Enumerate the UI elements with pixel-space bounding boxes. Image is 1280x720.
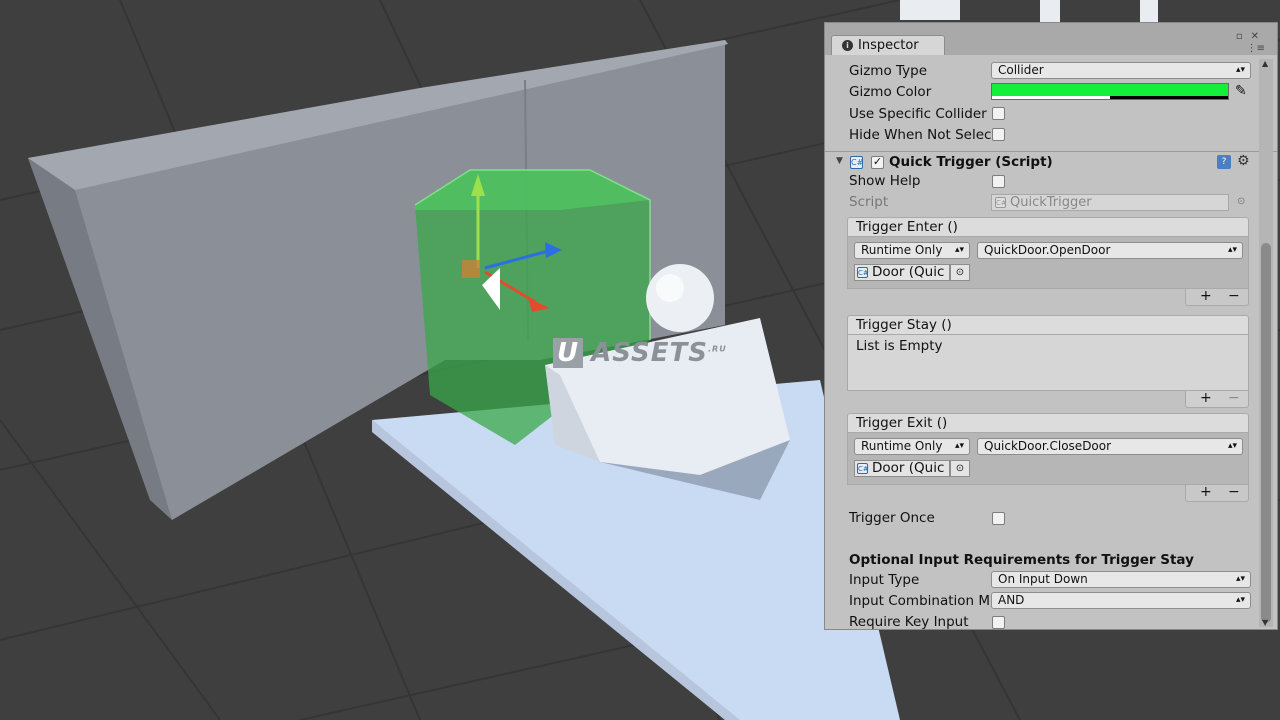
quick-trigger-component-header[interactable]: ▼ C# ✓ Quick Trigger (Script) ? ⚙ bbox=[825, 151, 1277, 174]
trigger-exit-method-value: QuickDoor.CloseDoor bbox=[984, 439, 1112, 453]
object-script-icon: C# bbox=[857, 463, 869, 474]
input-type-label: Input Type bbox=[849, 572, 920, 588]
trigger-enter-object-picker[interactable]: ⊙ bbox=[950, 264, 970, 281]
trigger-enter-method-dropdown[interactable]: QuickDoor.OpenDoor ▴▾ bbox=[977, 242, 1243, 259]
scrollbar-thumb[interactable] bbox=[1261, 243, 1271, 623]
dropdown-arrow-icon: ▴▾ bbox=[954, 245, 964, 255]
trigger-stay-event: Trigger Stay () List is Empty + − bbox=[847, 315, 1249, 409]
hide-when-not-selected-label: Hide When Not Selec bbox=[849, 127, 992, 143]
trigger-exit-method-dropdown[interactable]: QuickDoor.CloseDoor ▴▾ bbox=[977, 438, 1243, 455]
foldout-triangle-icon[interactable]: ▼ bbox=[836, 156, 843, 166]
watermark-text: ASSETS bbox=[591, 338, 708, 368]
trigger-exit-object-value: Door (Quic bbox=[872, 460, 945, 476]
component-enabled-checkbox[interactable]: ✓ bbox=[871, 156, 884, 169]
trigger-exit-object-field[interactable]: C# Door (Quic bbox=[854, 460, 950, 477]
require-key-input-checkbox[interactable] bbox=[992, 616, 1005, 629]
eyedropper-icon[interactable]: ✎ bbox=[1235, 83, 1251, 101]
help-book-icon[interactable]: ? bbox=[1217, 155, 1231, 169]
gizmo-color-label: Gizmo Color bbox=[849, 84, 932, 100]
object-picker-icon: ⊙ bbox=[1237, 196, 1246, 207]
script-field-value: QuickTrigger bbox=[1010, 195, 1092, 210]
trigger-stay-body: List is Empty bbox=[847, 335, 1249, 391]
trigger-enter-event: Trigger Enter () Runtime Only ▴▾ QuickDoo… bbox=[847, 217, 1249, 307]
watermark: U ASSETS.RU bbox=[553, 338, 727, 368]
window-controls: ▫✕ bbox=[1236, 31, 1267, 42]
trigger-enter-object-field[interactable]: C# Door (Quic bbox=[854, 264, 950, 281]
gizmo-type-dropdown[interactable]: Collider ▴▾ bbox=[991, 62, 1251, 79]
dropdown-arrow-icon: ▴▾ bbox=[1227, 441, 1237, 451]
trigger-enter-method-value: QuickDoor.OpenDoor bbox=[984, 243, 1111, 257]
trigger-exit-header: Trigger Exit () bbox=[847, 413, 1249, 433]
remove-button: − bbox=[1228, 390, 1240, 406]
trigger-enter-runtime-dropdown[interactable]: Runtime Only ▴▾ bbox=[854, 242, 970, 259]
dropdown-arrow-icon: ▴▾ bbox=[1235, 65, 1245, 75]
sphere-object bbox=[646, 264, 714, 332]
color-alpha-bar bbox=[992, 96, 1110, 99]
input-combination-dropdown[interactable]: AND ▴▾ bbox=[991, 592, 1251, 609]
trigger-once-checkbox[interactable] bbox=[992, 512, 1005, 525]
script-icon: C# bbox=[850, 156, 864, 169]
watermark-suffix: .RU bbox=[708, 344, 727, 354]
component-title: Quick Trigger (Script) bbox=[889, 154, 1053, 170]
input-type-dropdown[interactable]: On Input Down ▴▾ bbox=[991, 571, 1251, 588]
maximize-icon[interactable]: ▫ bbox=[1236, 31, 1251, 42]
trigger-once-label: Trigger Once bbox=[849, 510, 935, 526]
dropdown-arrow-icon: ▴▾ bbox=[1235, 574, 1245, 584]
trigger-stay-footer: + − bbox=[1185, 390, 1249, 408]
optional-input-section-title: Optional Input Requirements for Trigger … bbox=[849, 552, 1194, 568]
close-icon[interactable]: ✕ bbox=[1251, 31, 1267, 42]
add-button[interactable]: + bbox=[1200, 390, 1212, 406]
add-button[interactable]: + bbox=[1200, 288, 1212, 304]
trigger-stay-empty-text: List is Empty bbox=[856, 338, 943, 354]
require-key-input-label: Require Key Input bbox=[849, 614, 969, 630]
trigger-exit-body: Runtime Only ▴▾ QuickDoor.CloseDoor ▴▾ C# … bbox=[847, 433, 1249, 485]
object-script-icon: C# bbox=[857, 267, 869, 278]
remove-button[interactable]: − bbox=[1228, 484, 1240, 500]
script-field: C# QuickTrigger bbox=[991, 194, 1229, 211]
input-type-value: On Input Down bbox=[998, 572, 1088, 586]
trigger-exit-runtime-dropdown[interactable]: Runtime Only ▴▾ bbox=[854, 438, 970, 455]
show-help-checkbox[interactable] bbox=[992, 175, 1005, 188]
inspector-tabbar: i Inspector ▫✕ ⋮≡ bbox=[825, 23, 1277, 55]
inspector-window: i Inspector ▫✕ ⋮≡ Gizmo Type Collider ▴▾ … bbox=[824, 22, 1278, 630]
trigger-exit-event: Trigger Exit () Runtime Only ▴▾ QuickDoor… bbox=[847, 413, 1249, 503]
trigger-exit-runtime-value: Runtime Only bbox=[861, 439, 943, 453]
trigger-exit-object-picker[interactable]: ⊙ bbox=[950, 460, 970, 477]
gizmo-type-value: Collider bbox=[998, 63, 1044, 77]
script-label: Script bbox=[849, 194, 889, 210]
trigger-enter-object-value: Door (Quic bbox=[872, 264, 945, 280]
gizmo-type-label: Gizmo Type bbox=[849, 63, 928, 79]
tab-inspector-label: Inspector bbox=[858, 38, 919, 53]
input-combination-value: AND bbox=[998, 593, 1025, 607]
trigger-enter-header: Trigger Enter () bbox=[847, 217, 1249, 237]
color-alpha-bar-dark bbox=[1110, 96, 1228, 99]
scroll-up-icon[interactable]: ▲ bbox=[1262, 59, 1268, 68]
scroll-down-icon[interactable]: ▼ bbox=[1262, 618, 1268, 627]
trigger-enter-body: Runtime Only ▴▾ QuickDoor.OpenDoor ▴▾ C# D… bbox=[847, 237, 1249, 289]
info-icon: i bbox=[842, 40, 853, 51]
use-specific-collider-checkbox[interactable] bbox=[992, 107, 1005, 120]
dropdown-arrow-icon: ▴▾ bbox=[1235, 595, 1245, 605]
use-specific-collider-label: Use Specific Collider bbox=[849, 106, 987, 122]
watermark-letter: U bbox=[553, 338, 584, 368]
inspector-scrollbar[interactable]: ▲ ▼ bbox=[1259, 59, 1273, 627]
trigger-exit-footer: + − bbox=[1185, 484, 1249, 502]
add-button[interactable]: + bbox=[1200, 484, 1212, 500]
show-help-label: Show Help bbox=[849, 173, 921, 189]
tab-inspector[interactable]: i Inspector bbox=[831, 35, 945, 55]
dropdown-arrow-icon: ▴▾ bbox=[954, 441, 964, 451]
input-combination-label: Input Combination M bbox=[849, 593, 991, 609]
trigger-enter-footer: + − bbox=[1185, 288, 1249, 306]
hide-when-not-selected-checkbox[interactable] bbox=[992, 128, 1005, 141]
trigger-enter-runtime-value: Runtime Only bbox=[861, 243, 943, 257]
script-field-icon: C# bbox=[995, 197, 1007, 208]
gizmo-color-field[interactable] bbox=[991, 83, 1229, 100]
gear-icon[interactable]: ⚙ bbox=[1237, 153, 1250, 169]
dropdown-arrow-icon: ▴▾ bbox=[1227, 245, 1237, 255]
window-menu-icon[interactable]: ⋮≡ bbox=[1247, 43, 1265, 54]
remove-button[interactable]: − bbox=[1228, 288, 1240, 304]
trigger-stay-header: Trigger Stay () bbox=[847, 315, 1249, 335]
